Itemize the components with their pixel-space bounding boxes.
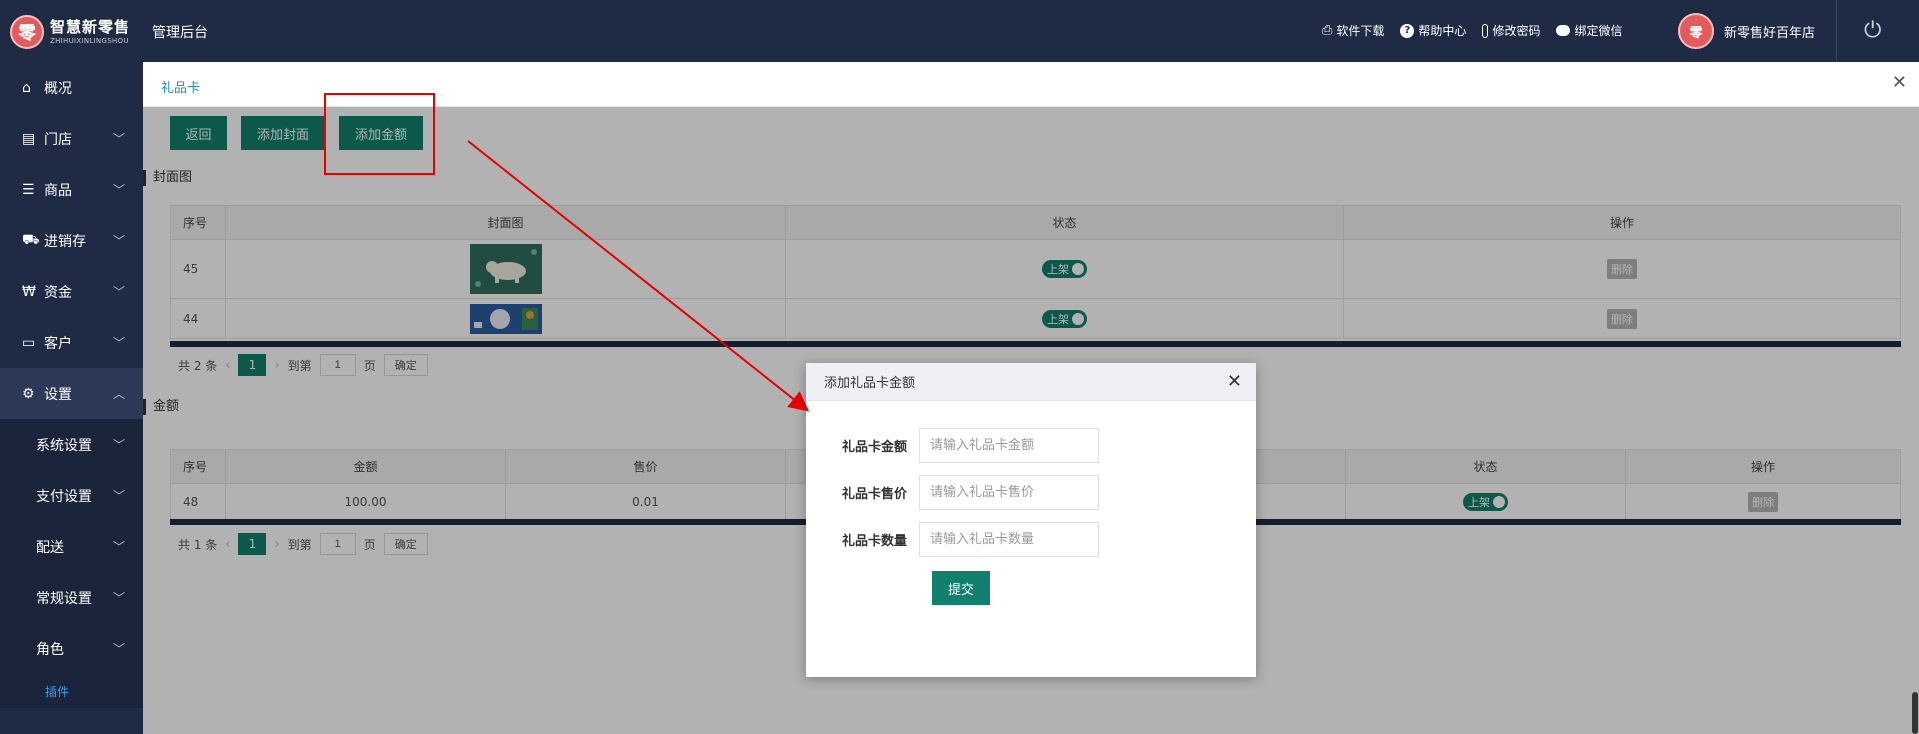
- user-menu[interactable]: 零 新零售好百年店: [1678, 13, 1815, 49]
- sidebar-item-funds[interactable]: ₩ 资金 ﹀: [0, 266, 143, 317]
- settings-submenu: 系统设置 ﹀ 支付设置 ﹀ 配送 ﹀ 常规设置 ﹀ 角色 ﹀ 插件: [0, 419, 143, 708]
- chevron-down-icon: ﹀: [112, 438, 125, 452]
- bind-wechat-label: 绑定微信: [1574, 24, 1623, 38]
- sidebar-item-label: 设置: [44, 386, 72, 403]
- quantity-input[interactable]: [919, 522, 1099, 557]
- software-download-label: 软件下载: [1336, 24, 1385, 38]
- logo-text: 智慧新零售: [50, 17, 131, 36]
- dialog-header: 添加礼品卡金额 ✕: [806, 363, 1256, 401]
- app-title: 管理后台: [152, 25, 208, 41]
- sidebar-item-overview[interactable]: ⌂ 概况: [0, 62, 143, 113]
- close-icon[interactable]: ✕: [1892, 72, 1907, 93]
- price-input[interactable]: [919, 475, 1099, 510]
- tab-gift-card[interactable]: 礼品卡: [161, 77, 200, 96]
- sidebar-item-label: 资金: [44, 284, 72, 301]
- user-name: 新零售好百年店: [1724, 25, 1816, 41]
- chevron-down-icon: ﹀: [112, 591, 125, 605]
- add-amount-dialog: 添加礼品卡金额 ✕ 礼品卡金额 礼品卡售价 礼品卡数量 提交: [806, 363, 1256, 677]
- bind-wechat-link[interactable]: 绑定微信: [1556, 22, 1622, 39]
- sidebar-item-settings[interactable]: ⚙ 设置 ︿: [0, 368, 143, 419]
- chevron-up-icon: ︿: [112, 387, 125, 401]
- top-links: ⎙ 软件下载 ? 帮助中心 修改密码 绑定微信: [1322, 22, 1622, 39]
- logo: 零 智慧新零售 ZHIHUIXINLINGSHOU: [10, 14, 130, 50]
- chevron-down-icon: ﹀: [112, 234, 125, 248]
- chevron-down-icon: ﹀: [112, 183, 125, 197]
- close-icon[interactable]: ✕: [1227, 371, 1242, 392]
- printer-icon: ⎙: [1322, 23, 1333, 38]
- id-card-icon: ▭: [22, 334, 36, 351]
- sidebar-item-label: 商品: [44, 182, 72, 199]
- page-scrollbar[interactable]: [1912, 692, 1918, 734]
- form-row-amount: 礼品卡金额: [806, 428, 1099, 463]
- help-center-link[interactable]: ? 帮助中心: [1400, 22, 1466, 39]
- dialog-title: 添加礼品卡金额: [824, 376, 916, 391]
- logo-mark-icon: 零: [10, 15, 44, 49]
- sidebar-subitem-label: 角色: [36, 641, 64, 658]
- form-row-quantity: 礼品卡数量: [806, 522, 1099, 557]
- change-password-link[interactable]: 修改密码: [1482, 22, 1540, 39]
- sidebar-subitem-roles[interactable]: 角色 ﹀: [0, 623, 143, 674]
- submit-button[interactable]: 提交: [932, 571, 990, 605]
- chevron-down-icon: ﹀: [112, 642, 125, 656]
- help-icon: ?: [1400, 23, 1415, 38]
- help-center-label: 帮助中心: [1418, 24, 1467, 38]
- currency-icon: ₩: [22, 283, 36, 300]
- sidebar-subitem-label: 常规设置: [36, 590, 92, 607]
- sidebar-subitem-payment-settings[interactable]: 支付设置 ﹀: [0, 470, 143, 521]
- change-password-label: 修改密码: [1492, 24, 1541, 38]
- list-icon: ☰: [22, 181, 35, 198]
- sidebar-subitem-plugins[interactable]: 插件: [0, 674, 143, 708]
- power-icon[interactable]: ⏻: [1864, 18, 1881, 43]
- sidebar-item-inventory[interactable]: ⛟ 进销存 ﹀: [0, 215, 143, 266]
- logo-subtext: ZHIHUIXINLINGSHOU: [50, 36, 129, 45]
- software-download-link[interactable]: ⎙ 软件下载: [1322, 22, 1384, 39]
- avatar: 零: [1678, 13, 1714, 49]
- home-icon: ⌂: [22, 79, 31, 96]
- building-icon: ▤: [22, 130, 36, 147]
- sidebar-item-label: 进销存: [44, 233, 86, 250]
- price-label: 礼品卡售价: [841, 487, 907, 502]
- annotation-highlight-box: [324, 93, 435, 175]
- sidebar-subitem-delivery[interactable]: 配送 ﹀: [0, 521, 143, 572]
- quantity-label: 礼品卡数量: [841, 534, 907, 549]
- sidebar-item-label: 概况: [44, 80, 72, 97]
- sidebar-item-label: 门店: [44, 131, 72, 148]
- chevron-down-icon: ﹀: [112, 489, 125, 503]
- top-bar: 零 智慧新零售 ZHIHUIXINLINGSHOU 管理后台 ⎙ 软件下载 ? …: [0, 0, 1919, 62]
- header-divider: [1836, 0, 1837, 62]
- chevron-down-icon: ﹀: [112, 132, 125, 146]
- gear-icon: ⚙: [22, 385, 35, 402]
- chevron-down-icon: ﹀: [112, 285, 125, 299]
- sidebar: ⌂ 概况 ▤ 门店 ﹀ ☰ 商品 ﹀ ⛟ 进销存 ﹀ ₩ 资金 ﹀ ▭ 客户 ﹀…: [0, 62, 143, 734]
- truck-icon: ⛟: [22, 231, 40, 248]
- sidebar-item-products[interactable]: ☰ 商品 ﹀: [0, 164, 143, 215]
- amount-input[interactable]: [919, 428, 1099, 463]
- sidebar-subitem-label: 系统设置: [36, 437, 92, 454]
- chat-icon: [1556, 25, 1571, 36]
- sidebar-item-store[interactable]: ▤ 门店 ﹀: [0, 113, 143, 164]
- sidebar-subitem-label: 支付设置: [36, 488, 92, 505]
- sidebar-item-label: 客户: [44, 335, 72, 352]
- chevron-down-icon: ﹀: [112, 540, 125, 554]
- chevron-down-icon: ﹀: [112, 336, 125, 350]
- thermometer-icon: [1482, 23, 1489, 38]
- sidebar-subitem-system-settings[interactable]: 系统设置 ﹀: [0, 419, 143, 470]
- form-row-price: 礼品卡售价: [806, 475, 1099, 510]
- amount-label: 礼品卡金额: [841, 440, 907, 455]
- sidebar-item-customers[interactable]: ▭ 客户 ﹀: [0, 317, 143, 368]
- sidebar-subitem-label: 配送: [36, 539, 64, 556]
- sidebar-subitem-general-settings[interactable]: 常规设置 ﹀: [0, 572, 143, 623]
